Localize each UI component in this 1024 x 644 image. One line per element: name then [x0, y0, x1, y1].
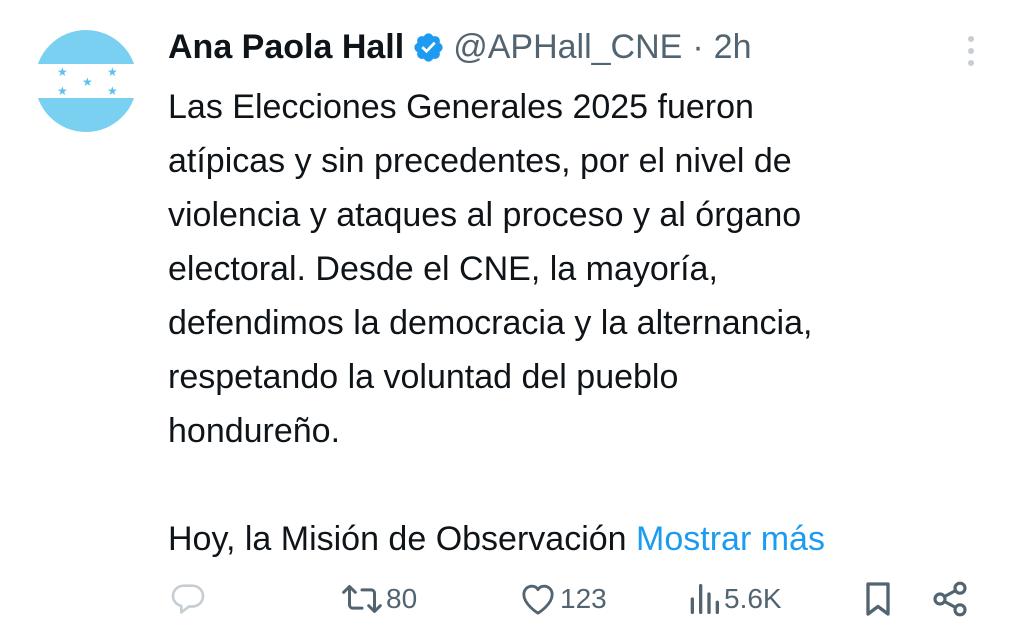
tweet-text-truncated: Hoy, la Misión de Observación [168, 520, 627, 558]
avatar[interactable]: ★ ★ ★ ★ ★ [35, 30, 137, 132]
views-count: 5.6K [724, 583, 782, 614]
show-more-link[interactable]: Mostrar más [636, 520, 825, 558]
reply-icon [168, 579, 208, 619]
repost-icon [340, 579, 384, 619]
tweet-text: Las Elecciones Generales 2025 fueron atí… [168, 80, 988, 566]
tweet-text-line: electoral. Desde el CNE, la mayoría, [168, 250, 718, 288]
bookmark-icon [860, 579, 896, 619]
honduras-flag-avatar-icon: ★ ★ ★ ★ ★ [35, 30, 137, 132]
tweet-text-line: hondureño. [168, 412, 341, 450]
tweet-actions-bar: 80 123 5.6K [0, 574, 1024, 624]
svg-text:★: ★ [82, 75, 93, 89]
author-name[interactable]: Ana Paola Hall [168, 28, 404, 67]
share-icon [930, 579, 970, 619]
repost-button[interactable]: 80 [340, 574, 417, 624]
svg-text:★: ★ [57, 65, 68, 79]
separator-dot: · [692, 27, 704, 66]
reply-button[interactable] [168, 574, 210, 624]
svg-text:★: ★ [107, 84, 118, 98]
tweet-text-last-line: Hoy, la Misión de Observación Mostrar má… [168, 512, 988, 566]
tweet-text-line: defendimos la democracia y la alternanci… [168, 304, 813, 342]
timestamp[interactable]: 2h [714, 28, 752, 67]
heart-icon [518, 579, 558, 619]
tweet-text-line: respetando la voluntad del pueblo [168, 358, 679, 396]
views-button[interactable]: 5.6K [686, 574, 782, 624]
more-options-icon[interactable] [954, 34, 988, 70]
repost-count: 80 [386, 583, 418, 614]
tweet-text-line: violencia y ataques al proceso y al órga… [168, 196, 802, 234]
tweet-text-line: atípicas y sin precedentes, por el nivel… [168, 142, 792, 180]
like-button[interactable]: 123 [518, 574, 607, 624]
like-count: 123 [560, 583, 607, 614]
tweet-header: Ana Paola Hall @APHall_CNE · 2h [168, 24, 752, 70]
svg-text:★: ★ [57, 84, 68, 98]
svg-text:★: ★ [107, 65, 118, 79]
tweet-text-line: Las Elecciones Generales 2025 fueron [168, 88, 754, 126]
bookmark-button[interactable] [860, 574, 896, 624]
tweet-card[interactable]: ★ ★ ★ ★ ★ Ana Paola Hall @APHall_CNE · 2… [0, 0, 1024, 644]
share-button[interactable] [930, 574, 970, 624]
author-handle[interactable]: @APHall_CNE [453, 28, 682, 67]
views-chart-icon [686, 579, 722, 619]
verified-badge-icon[interactable] [412, 31, 445, 64]
